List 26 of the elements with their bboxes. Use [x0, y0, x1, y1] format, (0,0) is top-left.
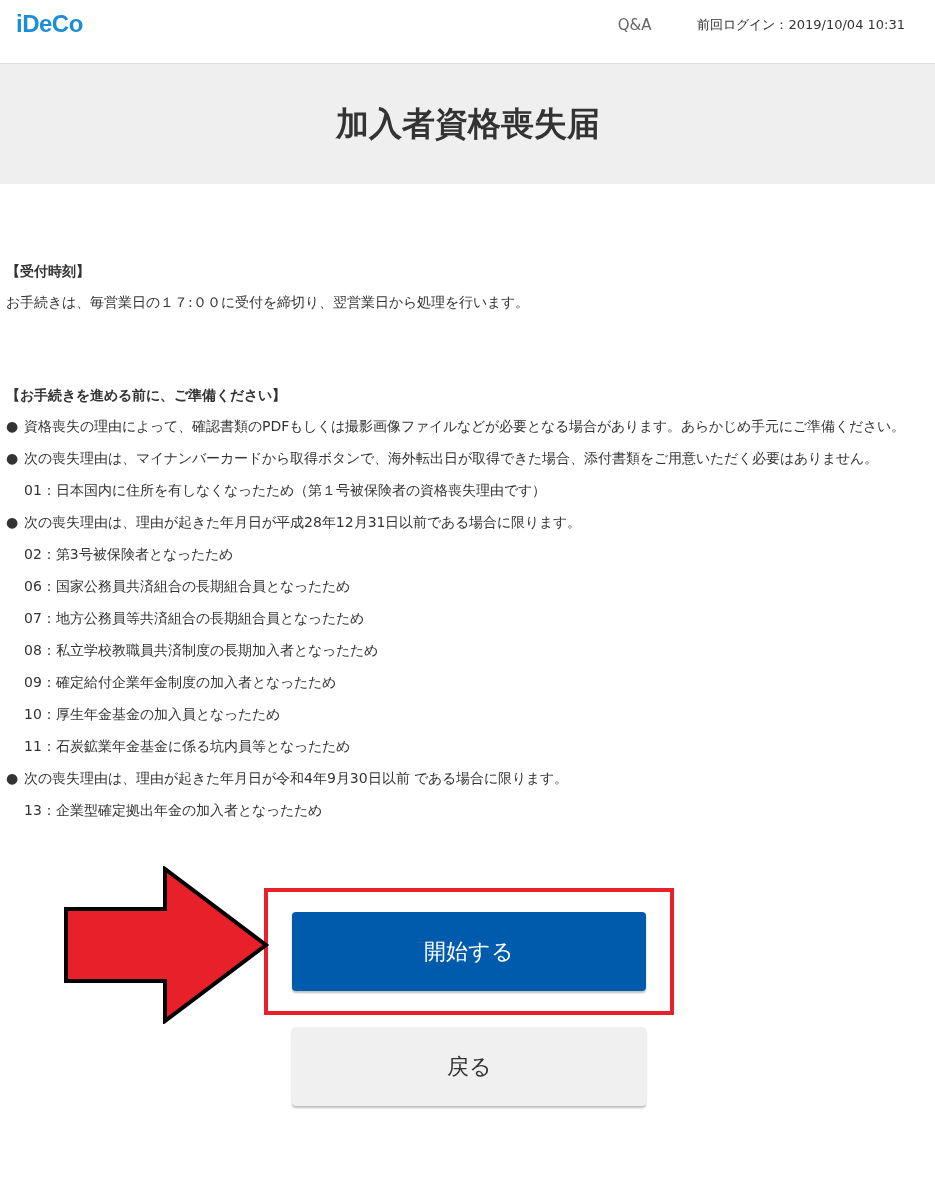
bullet-icon: ●	[6, 506, 24, 538]
section-heading: 【お手続きを進める前に、ご準備ください】	[6, 386, 287, 405]
bullet-text: 次の喪失理由は、理由が起きた年月日が令和4年9月30日以前 である場合に限ります。	[24, 769, 569, 788]
reason-item: 09：確定給付企業年金制度の加入者となったため	[23, 673, 337, 692]
reason-item: 01：日本国内に住所を有しなくなったため（第１号被保険者の資格喪失理由です）	[23, 481, 547, 500]
start-button[interactable]: 開始する	[292, 912, 646, 991]
back-button[interactable]: 戻る	[292, 1027, 646, 1106]
bullet-icon: ●	[6, 442, 24, 474]
bullet-text: 次の喪失理由は、マイナンバーカードから取得ボタンで、海外転出日が取得できた場合、添付書類をご用意いただく必要はありません。	[24, 449, 878, 468]
last-login-text: 前回ログイン：2019/10/04 10:31	[697, 15, 905, 34]
bullet-icon: ●	[6, 410, 24, 442]
bullet-text: 次の喪失理由は、理由が起きた年月日が平成28年12月31日以前である場合に限ります。	[24, 513, 582, 532]
reason-item: 11：石炭鉱業年金基金に係る坑内員等となったため	[23, 737, 351, 756]
reason-item: 10：厚生年金基金の加入員となったため	[23, 705, 281, 724]
section-heading: 【受付時刻】	[6, 262, 91, 281]
qa-link[interactable]: Q&A	[617, 15, 652, 34]
bullet-icon: ●	[6, 762, 24, 794]
reason-item: 06：国家公務員共済組合の長期組合員となったため	[23, 577, 351, 596]
reason-item: 07：地方公務員等共済組合の長期組合員となったため	[23, 609, 365, 628]
page-title: 加入者資格喪失届	[335, 102, 600, 145]
info-text: お手続きは、毎営業日の１７:００に受付を締切り、翌営業日から処理を行います。	[6, 293, 530, 312]
reason-item: 08：私立学校教職員共済制度の長期加入者となったため	[23, 641, 379, 660]
logo: iDeCo	[16, 9, 83, 38]
bullet-text: 資格喪失の理由によって、確認書類のPDFもしくは撮影画像ファイルなどが必要となる場合があります。あらかじめ手元にご準備ください。	[24, 417, 906, 436]
reason-item: 02：第3号被保険者となったため	[23, 545, 234, 564]
reason-item: 13：企業型確定拠出年金の加入者となったため	[23, 801, 323, 820]
